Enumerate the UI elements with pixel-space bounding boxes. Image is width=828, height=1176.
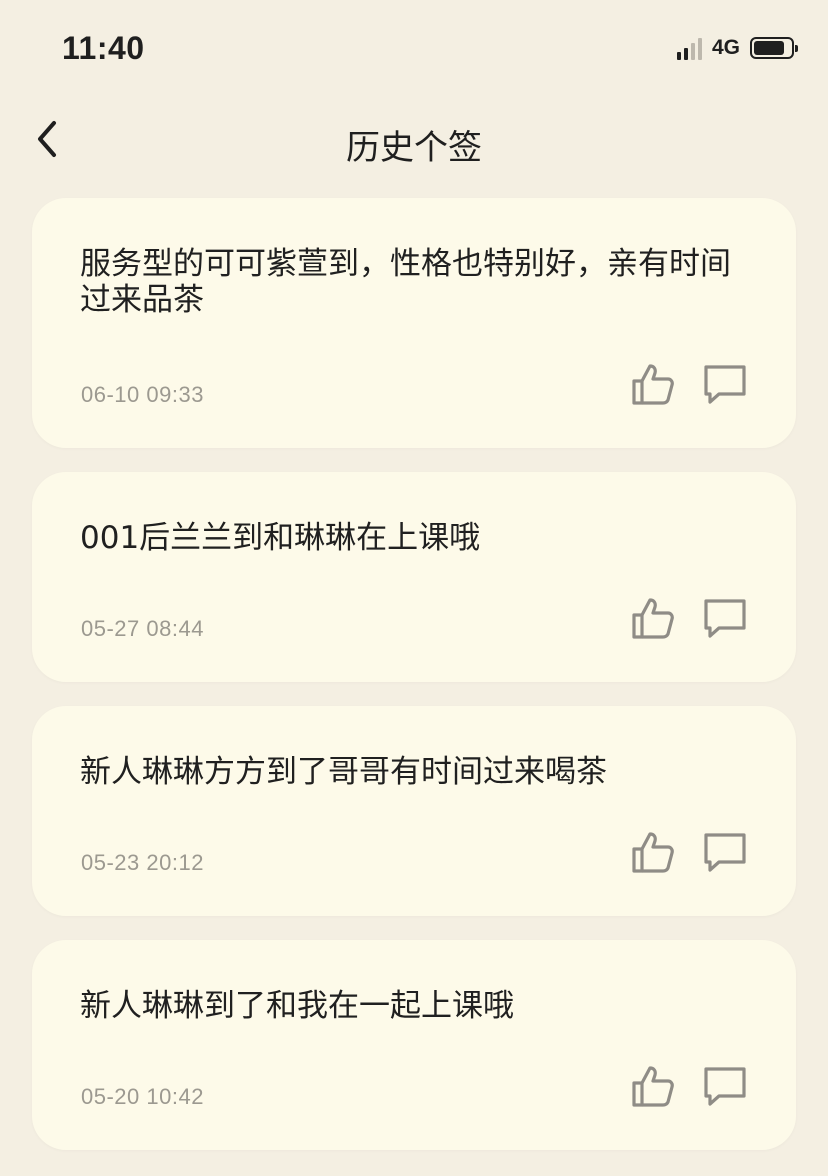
signature-text: 服务型的可可紫萱到，性格也特别好，亲有时间过来品茶 (80, 246, 731, 318)
card-actions (630, 361, 748, 407)
cellular-signal-icon (676, 36, 702, 60)
card-actions (630, 829, 748, 875)
comment-icon (704, 833, 746, 872)
signature-text: 新人琳琳到了和我在一起上课哦 (80, 988, 514, 1024)
comment-icon (704, 365, 746, 404)
status-indicators: 4G (676, 36, 798, 60)
signature-date: 05-27 08:44 (81, 616, 204, 641)
battery-icon (750, 37, 798, 59)
thumbs-up-icon (632, 1066, 674, 1107)
signature-date: 06-10 09:33 (81, 382, 204, 407)
nav-bar: 历史个签 (0, 100, 828, 180)
signature-date: 05-23 20:12 (81, 850, 204, 875)
like-button[interactable] (630, 829, 676, 875)
comment-button[interactable] (702, 829, 748, 875)
like-button[interactable] (630, 361, 676, 407)
signature-history-list: 服务型的可可紫萱到，性格也特别好，亲有时间过来品茶 06-10 09:33 00… (32, 198, 796, 1174)
status-bar: 11:40 4G (0, 0, 828, 100)
signature-date: 05-20 10:42 (81, 1084, 204, 1109)
thumbs-up-icon (632, 364, 674, 405)
list-item: 001后兰兰到和琳琳在上课哦 05-27 08:44 (32, 472, 796, 682)
comment-button[interactable] (702, 595, 748, 641)
list-item: 服务型的可可紫萱到，性格也特别好，亲有时间过来品茶 06-10 09:33 (32, 198, 796, 448)
page-title: 历史个签 (346, 128, 482, 168)
list-item: 新人琳琳方方到了哥哥有时间过来喝茶 05-23 20:12 (32, 706, 796, 916)
thumbs-up-icon (632, 832, 674, 873)
thumbs-up-icon (632, 598, 674, 639)
like-button[interactable] (630, 1063, 676, 1109)
comment-button[interactable] (702, 361, 748, 407)
status-time: 11:40 (62, 30, 145, 66)
card-actions (630, 595, 748, 641)
comment-icon (704, 1067, 746, 1106)
comment-icon (704, 599, 746, 638)
list-item: 新人琳琳到了和我在一起上课哦 05-20 10:42 (32, 940, 796, 1150)
signature-text: 001后兰兰到和琳琳在上课哦 (80, 520, 481, 556)
like-button[interactable] (630, 595, 676, 641)
card-actions (630, 1063, 748, 1109)
comment-button[interactable] (702, 1063, 748, 1109)
signature-text: 新人琳琳方方到了哥哥有时间过来喝茶 (80, 754, 607, 790)
network-type: 4G (711, 36, 740, 59)
